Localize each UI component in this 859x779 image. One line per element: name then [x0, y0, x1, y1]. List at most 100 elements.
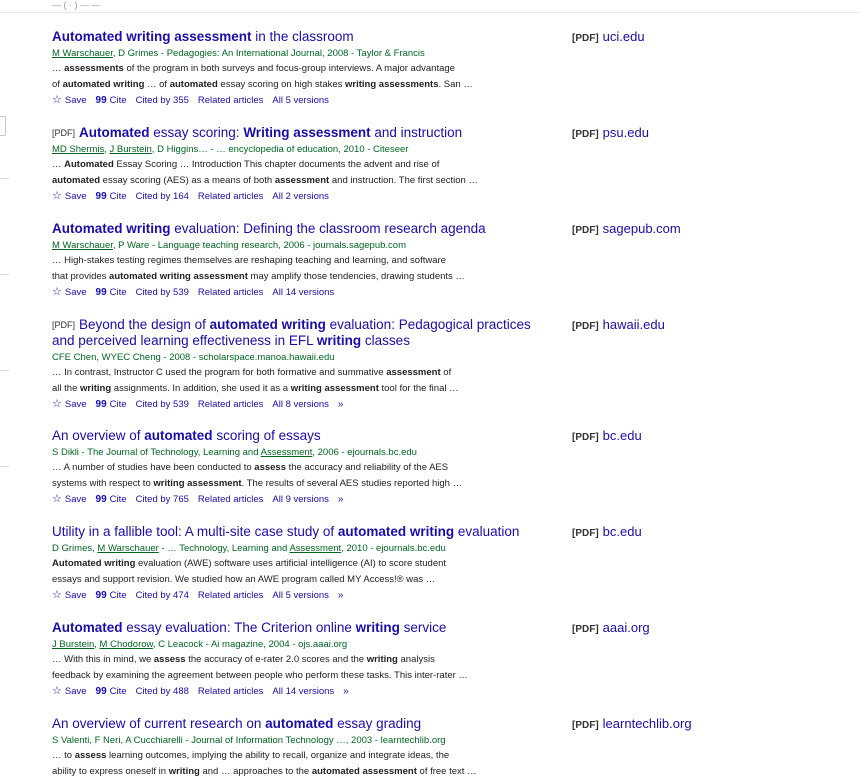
- related-articles-link[interactable]: Related articles: [198, 287, 263, 298]
- cite-label: Cite: [109, 287, 127, 298]
- pdf-source-link[interactable]: [PDF] psu.edu: [572, 125, 649, 143]
- save-button[interactable]: ☆ Save: [52, 94, 87, 106]
- save-button[interactable]: ☆ Save: [52, 685, 87, 697]
- highlight-term: Automated: [79, 125, 150, 140]
- result-actions: ☆ Save 99 Cite Cited by 539 Related articles A…: [52, 286, 572, 299]
- text-fragment: … High-stakes testing regimes themselves…: [52, 255, 446, 266]
- pdf-source-link[interactable]: [PDF] aaai.org: [572, 620, 650, 638]
- all-versions-link[interactable]: All 14 versions: [272, 287, 334, 298]
- result-title-link[interactable]: Utility in a fallible tool: A multi-site…: [52, 524, 572, 540]
- cited-by-link[interactable]: Cited by 474: [136, 590, 189, 601]
- search-result: [PDF] Automated essay scoring: Writing as…: [52, 125, 572, 203]
- pdf-tag: [PDF]: [572, 129, 599, 140]
- cite-button[interactable]: 99 Cite: [96, 399, 127, 410]
- pdf-tag: [PDF]: [572, 720, 599, 731]
- all-versions-link[interactable]: All 14 versions: [272, 686, 334, 697]
- result-snippet: … A number of studies have been conducte…: [52, 460, 572, 475]
- related-articles-link[interactable]: Related articles: [198, 95, 263, 106]
- result-snippet: Automated writing evaluation (AWE) softw…: [52, 556, 572, 571]
- result-title-link[interactable]: [PDF] Automated essay scoring: Writing as…: [52, 125, 572, 141]
- result-title-link[interactable]: [PDF] Beyond the design of automated writ…: [52, 317, 572, 349]
- result-title-link[interactable]: An overview of current research on autom…: [52, 716, 572, 732]
- cite-button[interactable]: 99 Cite: [96, 191, 127, 202]
- save-button[interactable]: ☆ Save: [52, 190, 87, 202]
- pdf-source-link[interactable]: [PDF] bc.edu: [572, 524, 642, 542]
- result-snippet: … With this in mind, we assess the accur…: [52, 652, 572, 667]
- all-versions-link[interactable]: All 5 versions: [272, 590, 329, 601]
- more-actions-icon[interactable]: »: [338, 399, 344, 410]
- all-versions-link[interactable]: All 9 versions: [272, 494, 329, 505]
- pdf-source-link[interactable]: [PDF] bc.edu: [572, 428, 642, 446]
- text-fragment: , P Ware - Language teaching research, 2…: [112, 240, 406, 251]
- save-label: Save: [64, 95, 87, 106]
- text-fragment: . The results of several AES studies rep…: [241, 478, 463, 489]
- cited-by-link[interactable]: Cited by 539: [136, 399, 189, 410]
- highlight-term: writing assessment: [290, 383, 379, 394]
- result-title-link[interactable]: Automated essay evaluation: The Criterio…: [52, 620, 572, 636]
- related-articles-link[interactable]: Related articles: [198, 494, 263, 505]
- cite-button[interactable]: 99 Cite: [96, 590, 127, 601]
- search-result: [PDF] Beyond the design of automated writ…: [52, 317, 572, 411]
- related-articles-link[interactable]: Related articles: [198, 590, 263, 601]
- highlight-term: J Burstein: [109, 144, 152, 155]
- save-button[interactable]: ☆ Save: [52, 589, 87, 601]
- text-fragment: evaluation: Defining the classroom resea…: [170, 221, 486, 236]
- related-articles-link[interactable]: Related articles: [198, 686, 263, 697]
- cited-by-link[interactable]: Cited by 488: [136, 686, 189, 697]
- result-authors: CFE Chen, WYEC Cheng - 2008 - scholarspa…: [52, 351, 572, 364]
- pdf-source-link[interactable]: [PDF] uci.edu: [572, 29, 645, 47]
- result-title-link[interactable]: Automated writing assessment in the clas…: [52, 29, 572, 45]
- text-fragment: assignments. In addition, she used it as…: [111, 383, 291, 394]
- highlight-term: Automated writing: [52, 221, 171, 236]
- cited-by-link[interactable]: Cited by 164: [136, 191, 189, 202]
- result-authors: J Burstein, M Chodorow, C Leacock - Ai m…: [52, 638, 572, 651]
- cite-button[interactable]: 99 Cite: [96, 686, 127, 697]
- result-snippet: all the writing assignments. In addition…: [52, 381, 572, 396]
- cited-by-link[interactable]: Cited by 765: [136, 494, 189, 505]
- save-button[interactable]: ☆ Save: [52, 286, 87, 298]
- result-snippet: … Automated Essay Scoring … Introduction…: [52, 157, 572, 172]
- all-versions-link[interactable]: All 8 versions: [272, 399, 329, 410]
- related-articles-link[interactable]: Related articles: [198, 399, 263, 410]
- highlight-term: assessment: [386, 367, 441, 378]
- text-fragment: Beyond the design of: [79, 317, 210, 332]
- pdf-source-link[interactable]: [PDF] sagepub.com: [572, 221, 681, 239]
- star-icon: ☆: [52, 398, 62, 410]
- highlight-term: Automated writing: [52, 558, 136, 569]
- result-snippet: systems with respect to writing assessme…: [52, 476, 572, 491]
- save-button[interactable]: ☆ Save: [52, 398, 87, 410]
- result-authors: D Grimes, M Warschauer - … Technology, L…: [52, 542, 572, 555]
- cite-button[interactable]: 99 Cite: [96, 494, 127, 505]
- cite-button[interactable]: 99 Cite: [96, 287, 127, 298]
- pdf-tag: [PDF]: [572, 225, 599, 236]
- text-fragment: classes: [361, 333, 410, 348]
- text-fragment: may amplify those tendencies, drawing st…: [247, 271, 465, 282]
- more-actions-icon[interactable]: »: [343, 686, 349, 697]
- cited-by-link[interactable]: Cited by 355: [136, 95, 189, 106]
- text-fragment: feedback by examining the agreement betw…: [52, 670, 468, 681]
- left-edge-tick: [0, 274, 9, 275]
- more-actions-icon[interactable]: »: [338, 494, 344, 505]
- result-title-link[interactable]: An overview of automated scoring of essa…: [52, 428, 572, 444]
- cite-button[interactable]: 99 Cite: [96, 95, 127, 106]
- result-title-link[interactable]: Automated writing evaluation: Defining t…: [52, 221, 572, 237]
- related-articles-link[interactable]: Related articles: [198, 191, 263, 202]
- all-versions-link[interactable]: All 2 versions: [272, 191, 329, 202]
- search-result: Automated writing assessment in the clas…: [52, 29, 572, 107]
- highlight-term: writing: [80, 383, 112, 394]
- pdf-source-link[interactable]: [PDF] learntechlib.org: [572, 716, 692, 734]
- highlight-term: automated writing: [62, 79, 145, 90]
- save-button[interactable]: ☆ Save: [52, 493, 87, 505]
- sidebar-checkbox-fragment[interactable]: [0, 116, 6, 136]
- more-actions-icon[interactable]: »: [338, 590, 344, 601]
- text-fragment: evaluation: [454, 524, 520, 539]
- text-fragment: …: [52, 63, 65, 74]
- left-edge-tick: [0, 370, 9, 371]
- cited-by-link[interactable]: Cited by 539: [136, 287, 189, 298]
- text-fragment: of the program in both surveys and focus…: [123, 63, 455, 74]
- highlight-term: J Burstein: [52, 639, 95, 650]
- result-actions: ☆ Save 99 Cite Cited by 488 Related articles A…: [52, 685, 572, 698]
- all-versions-link[interactable]: All 5 versions: [272, 95, 329, 106]
- text-fragment: …: [52, 159, 65, 170]
- pdf-source-link[interactable]: [PDF] hawaii.edu: [572, 317, 665, 335]
